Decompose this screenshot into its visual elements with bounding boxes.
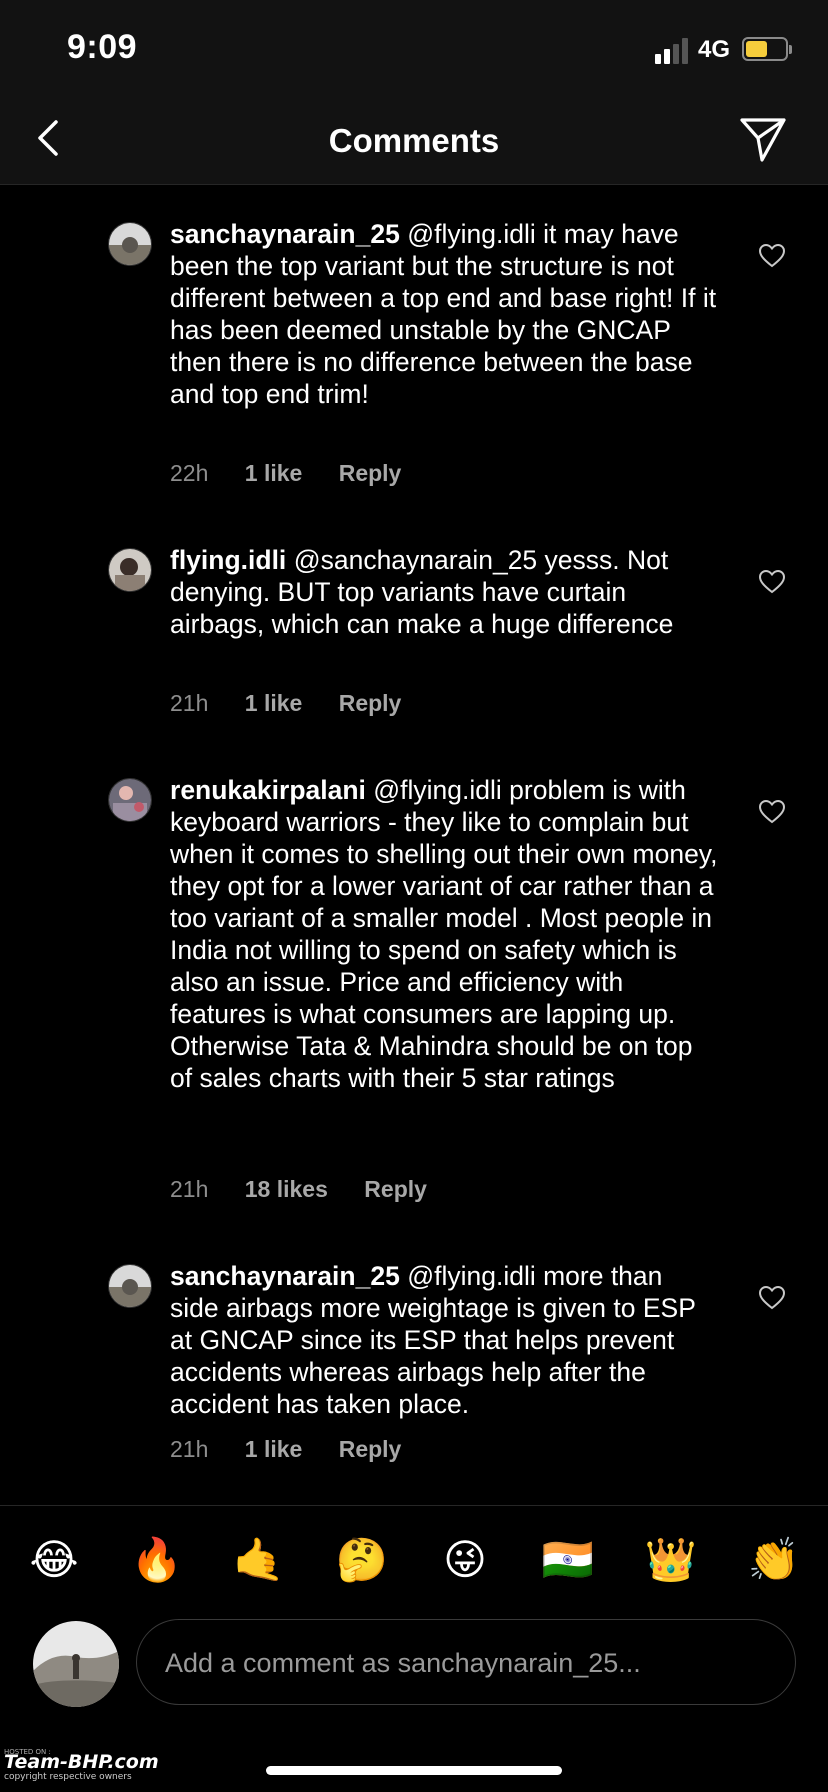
emoji-wink-tongue-icon[interactable]: 😜 — [437, 1536, 493, 1584]
emoji-fire-icon[interactable]: 🔥 — [129, 1536, 185, 1584]
watermark: HOSTED ON : Team-BHP.com copyright respe… — [4, 1748, 159, 1782]
emoji-quick-bar: 😂 🔥 🤙 🤔 😜 🇮🇳 👑 👏 — [0, 1505, 828, 1616]
battery-icon — [742, 37, 788, 61]
reply-button[interactable]: Reply — [364, 1176, 427, 1202]
network-type: 4G — [698, 36, 731, 63]
comment-body: flying.idli @sanchaynarain_25 yesss. Not… — [170, 544, 718, 640]
comment-meta: 21h 18 likes Reply — [170, 1176, 457, 1203]
comment-text: @flying.idli problem is with keyboard wa… — [170, 775, 718, 1093]
avatar[interactable] — [108, 778, 152, 822]
battery-tip — [789, 45, 792, 54]
comment-body: renukakirpalani @flying.idli problem is … — [170, 774, 718, 1094]
comment-likes[interactable]: 1 like — [245, 690, 303, 716]
reply-button[interactable]: Reply — [339, 1436, 402, 1462]
signal-icon — [655, 38, 689, 64]
heart-icon[interactable] — [759, 244, 785, 268]
comment-body: sanchaynarain_25 @flying.idli more than … — [170, 1260, 718, 1420]
emoji-call-me-icon[interactable]: 🤙 — [231, 1536, 287, 1584]
reply-button[interactable]: Reply — [339, 460, 402, 486]
heart-icon[interactable] — [759, 1286, 785, 1310]
comment-age: 22h — [170, 460, 209, 486]
comment-username[interactable]: flying.idli — [170, 545, 286, 575]
comment-likes[interactable]: 1 like — [245, 460, 303, 486]
comment-composer — [136, 1619, 796, 1706]
comment-age: 21h — [170, 1176, 209, 1202]
emoji-india-flag-icon[interactable]: 🇮🇳 — [540, 1536, 596, 1584]
comment-username[interactable]: sanchaynarain_25 — [170, 219, 400, 249]
reply-button[interactable]: Reply — [339, 690, 402, 716]
avatar[interactable] — [108, 548, 152, 592]
avatar[interactable] — [33, 1621, 119, 1707]
emoji-crown-icon[interactable]: 👑 — [643, 1536, 699, 1584]
comment-meta: 21h 1 like Reply — [170, 690, 431, 717]
comment-age: 21h — [170, 1436, 209, 1462]
home-indicator[interactable] — [266, 1766, 562, 1775]
emoji-laughing-icon[interactable]: 😂 — [26, 1536, 82, 1584]
heart-icon[interactable] — [759, 800, 785, 824]
status-bar: 9:09 4G — [0, 0, 828, 100]
status-time: 9:09 — [67, 28, 138, 66]
comment-likes[interactable]: 18 likes — [245, 1176, 328, 1202]
page-title: Comments — [328, 122, 500, 159]
comment-username[interactable]: renukakirpalani — [170, 775, 366, 805]
comment-username[interactable]: sanchaynarain_25 — [170, 1261, 400, 1291]
comment-body: sanchaynarain_25 @flying.idli it may hav… — [170, 218, 718, 410]
comment-age: 21h — [170, 690, 209, 716]
avatar[interactable] — [108, 222, 152, 266]
heart-icon[interactable] — [759, 570, 785, 594]
avatar[interactable] — [108, 1264, 152, 1308]
send-icon[interactable] — [738, 114, 788, 164]
comment-meta: 21h 1 like Reply — [170, 1436, 431, 1463]
comment-likes[interactable]: 1 like — [245, 1436, 303, 1462]
emoji-clap-icon[interactable]: 👏 — [746, 1536, 802, 1584]
emoji-thinking-icon[interactable]: 🤔 — [334, 1536, 390, 1584]
comments-header: Comments — [0, 100, 828, 185]
comment-meta: 22h 1 like Reply — [170, 460, 431, 487]
comment-input[interactable] — [163, 1620, 767, 1706]
